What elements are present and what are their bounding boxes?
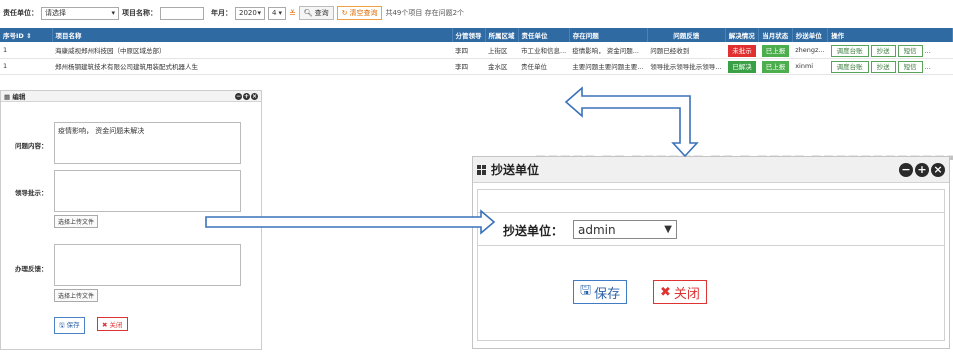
bent-arrow: [564, 86, 699, 158]
annotation-arrows: [205, 86, 699, 235]
right-arrow: [205, 209, 496, 235]
page-root: { "filter": { "unit_label": "责任单位：", "un…: [0, 0, 953, 353]
